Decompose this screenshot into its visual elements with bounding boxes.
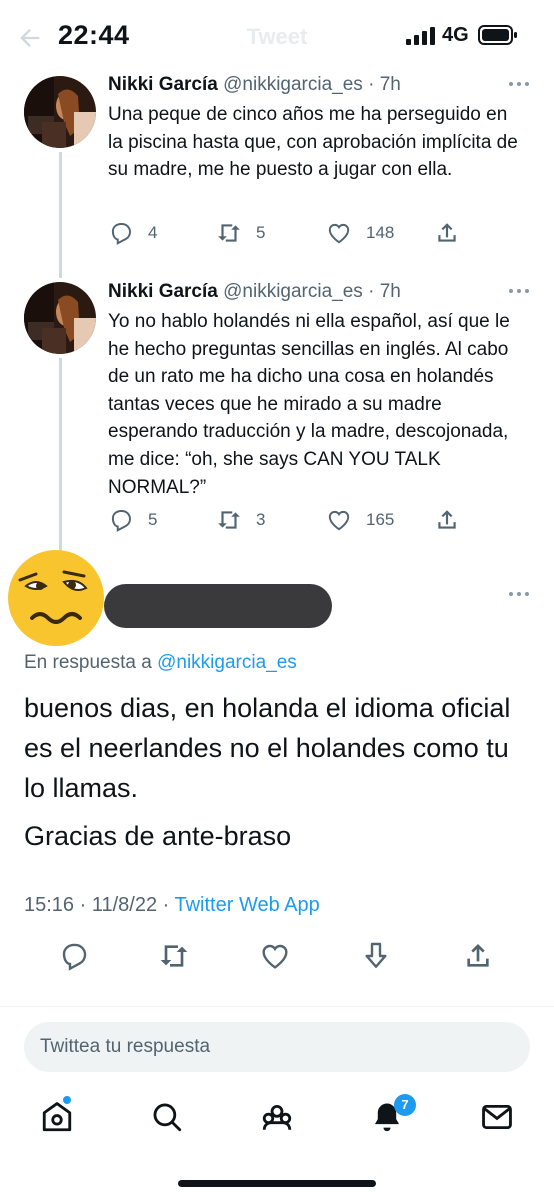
retweet-button[interactable]: 5 — [216, 218, 265, 248]
like-button[interactable]: 165 — [326, 505, 394, 535]
like-count: 148 — [366, 223, 395, 242]
thread-line — [59, 358, 62, 558]
retweet-icon — [218, 511, 240, 529]
author-handle[interactable]: @nikkigarcia_es — [223, 74, 363, 95]
author-handle[interactable]: @nikkigarcia_es — [223, 281, 363, 302]
share-button[interactable] — [434, 505, 474, 535]
divider — [0, 1006, 554, 1007]
timestamp: 15:16 · 11/8/22 · — [24, 894, 170, 916]
reply-icon — [111, 510, 131, 532]
like-count: 165 — [366, 510, 395, 529]
avatar[interactable] — [24, 76, 96, 148]
home-indicator — [178, 1180, 376, 1187]
heart-icon[interactable] — [259, 940, 291, 972]
share-icon[interactable] — [462, 940, 494, 972]
tweet-meta: 15:16 · 11/8/22 · Twitter Web App — [24, 894, 320, 917]
retweet-button[interactable]: 3 — [216, 505, 265, 535]
bottom-nav — [0, 1090, 554, 1150]
tweet-actions: 5 3 165 — [108, 505, 468, 535]
more-icon[interactable] — [508, 80, 530, 88]
reply-prefix: En respuesta a — [24, 652, 152, 673]
more-icon[interactable] — [508, 287, 530, 295]
more-icon[interactable] — [508, 590, 530, 598]
share-icon — [438, 223, 456, 242]
reply-count: 5 — [148, 510, 158, 529]
source-app-link[interactable]: Twitter Web App — [175, 894, 320, 916]
tweet-header: Nikki García @nikkigarcia_es · 7h — [108, 281, 401, 303]
downvote-icon[interactable] — [360, 940, 392, 972]
author-name[interactable]: Nikki García — [108, 74, 218, 95]
share-button[interactable] — [434, 218, 474, 248]
reply-button[interactable]: 4 — [108, 218, 157, 248]
reply-input[interactable]: Twittea tu respuesta — [24, 1022, 530, 1072]
tweet-time: · 7h — [368, 74, 401, 95]
heart-icon — [328, 223, 350, 244]
reply-icon — [111, 223, 131, 245]
home-unread-dot — [63, 1096, 71, 1104]
notifications-badge: 7 — [394, 1094, 416, 1116]
avatar[interactable] — [24, 282, 96, 354]
reply-icon[interactable] — [58, 940, 90, 972]
retweet-count: 5 — [256, 223, 266, 242]
retweet-icon — [218, 224, 240, 242]
search-icon[interactable] — [150, 1100, 184, 1134]
reply-context: En respuesta a @nikkigarcia_es — [24, 652, 297, 674]
thread-tweet-1[interactable]: Nikki García @nikkigarcia_es · 7h Una pe… — [0, 0, 554, 280]
tweet-header: Nikki García @nikkigarcia_es · 7h — [108, 74, 401, 96]
redacted-author — [104, 584, 332, 628]
share-icon — [438, 510, 456, 529]
reply-button[interactable]: 5 — [108, 505, 157, 535]
messages-icon[interactable] — [480, 1100, 514, 1134]
tweet-actions: 4 5 148 — [108, 218, 468, 248]
author-name[interactable]: Nikki García — [108, 281, 218, 302]
like-button[interactable]: 148 — [326, 218, 394, 248]
retweet-count: 3 — [256, 510, 266, 529]
reply-handle-link[interactable]: @nikkigarcia_es — [157, 652, 297, 673]
tweet-text: Yo no hablo holandés ni ella español, as… — [108, 311, 510, 498]
heart-icon — [328, 510, 350, 531]
woozy-face-emoji — [8, 550, 104, 646]
reply-placeholder: Twittea tu respuesta — [40, 1036, 211, 1057]
main-tweet-actions — [0, 940, 554, 972]
retweet-icon[interactable] — [158, 940, 190, 972]
thread-tweet-2[interactable]: Nikki García @nikkigarcia_es · 7h Yo no … — [0, 280, 554, 558]
thread-line — [59, 152, 62, 278]
tweet-time: · 7h — [368, 281, 401, 302]
home-icon[interactable] — [40, 1100, 74, 1134]
main-tweet-paragraph-1: buenos dias, en holanda el idioma oficia… — [24, 693, 511, 803]
main-tweet-paragraph-2: Gracias de ante-braso — [24, 821, 292, 851]
communities-icon[interactable] — [260, 1100, 294, 1134]
tweet-text: Una peque de cinco años me ha perseguido… — [108, 104, 518, 181]
reply-count: 4 — [148, 223, 158, 242]
